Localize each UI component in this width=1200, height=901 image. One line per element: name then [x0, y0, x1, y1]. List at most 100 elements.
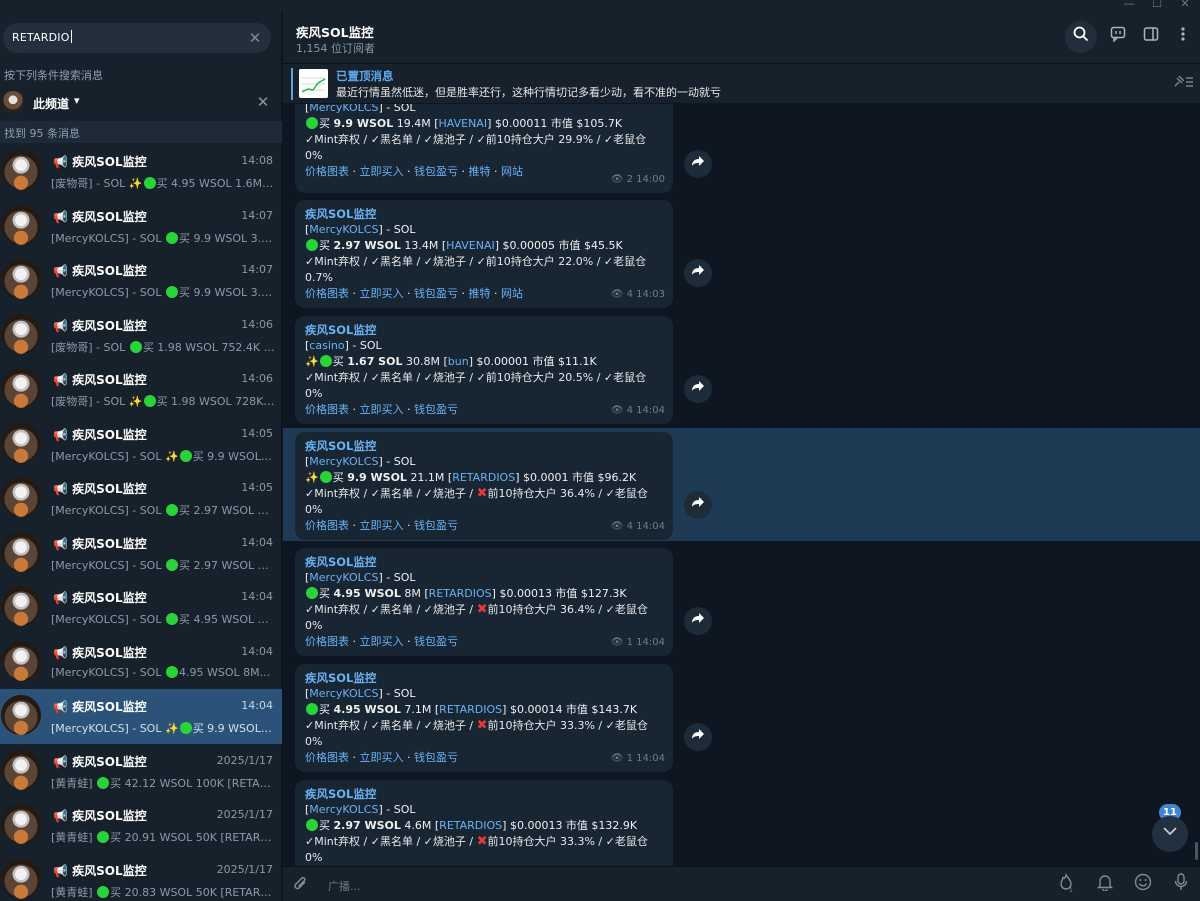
post-link[interactable]: 立即买入: [360, 519, 404, 532]
source-link[interactable]: MercyKOLCS: [309, 687, 378, 700]
search-result-item[interactable]: 📢 疾风SOL监控14:04[MercyKOLCS] - SOL ✨买 9.9 …: [0, 689, 282, 744]
search-result-item[interactable]: 📢 疾风SOL监控14:05[MercyKOLCS] - SOL ✨买 9.9 …: [0, 417, 282, 472]
post-link[interactable]: 推特: [469, 165, 491, 178]
post-link[interactable]: 钱包盈亏: [414, 635, 458, 648]
post-link[interactable]: 网站: [501, 165, 523, 178]
post-link[interactable]: 钱包盈亏: [414, 165, 458, 178]
emoji-icon[interactable]: [1132, 873, 1154, 895]
source-link[interactable]: MercyKOLCS: [309, 571, 378, 584]
post-link[interactable]: 推特: [469, 287, 491, 300]
scroll-to-bottom-button[interactable]: [1152, 816, 1188, 852]
bell-icon[interactable]: [1094, 873, 1116, 895]
search-result-item[interactable]: 📢 疾风SOL监控14:05[MercyKOLCS] - SOL 买 2.97 …: [0, 471, 282, 526]
trade-line: 买 4.95 WSOL 8M [RETARDIOS] $0.00013 市值 $…: [305, 586, 667, 602]
forward-icon[interactable]: [684, 723, 712, 751]
post-link[interactable]: 钱包盈亏: [414, 519, 458, 532]
pinned-message-bar[interactable]: 已置顶消息 最近行情虽然低迷，但是胜率还行，这种行情切记多看少动，看不准的一动就…: [283, 63, 1200, 103]
post-author[interactable]: 疾风SOL监控: [305, 206, 667, 222]
post-link[interactable]: 价格图表: [305, 165, 349, 178]
silent-broadcast-icon[interactable]: 1: [1056, 873, 1078, 895]
post-link[interactable]: 立即买入: [360, 403, 404, 416]
search-result-item[interactable]: 📢 疾风SOL监控14:04[MercyKOLCS] - SOL 买 4.95 …: [0, 580, 282, 635]
post-link[interactable]: 价格图表: [305, 287, 349, 300]
post-author[interactable]: 疾风SOL监控: [305, 786, 667, 802]
telegram-window: RETARDIO ✕ 按下列条件搜索消息 此频道 ▾ ✕ 找到 95 条消息 📢…: [0, 0, 1200, 901]
source-link[interactable]: casino: [309, 339, 344, 352]
composer-placeholder[interactable]: 广播...: [328, 878, 361, 894]
close-window-icon[interactable]: ✕: [1170, 0, 1200, 11]
channel-post[interactable]: 疾风SOL监控[casino] - SOL✨买 1.67 SOL 30.8M […: [295, 316, 673, 424]
post-link[interactable]: 立即买入: [360, 287, 404, 300]
token-link[interactable]: HAVENAI: [446, 239, 495, 252]
forward-icon[interactable]: [684, 150, 712, 178]
post-link[interactable]: 价格图表: [305, 519, 349, 532]
scrollbar-thumb[interactable]: [1195, 842, 1198, 860]
post-link[interactable]: 钱包盈亏: [414, 751, 458, 764]
token-link[interactable]: RETARDIOS: [439, 819, 502, 832]
post-author[interactable]: 疾风SOL监控: [305, 670, 667, 686]
unpin-icon[interactable]: [1172, 75, 1194, 92]
channel-post[interactable]: 疾风SOL监控[MercyKOLCS] - SOL买 4.95 WSOL 7.1…: [295, 664, 673, 772]
chat-header[interactable]: 疾风SOL监控 1,154 位订阅者: [283, 12, 1200, 63]
post-author[interactable]: 疾风SOL监控: [305, 554, 667, 570]
close-filter-icon[interactable]: ✕: [254, 92, 272, 112]
forward-icon[interactable]: [684, 259, 712, 287]
search-result-item[interactable]: 📢 疾风SOL监控2025/1/17[黄青蛙] 买 20.83 WSOL 50K…: [0, 853, 282, 901]
search-input[interactable]: RETARDIO ✕: [3, 23, 271, 53]
clear-search-icon[interactable]: ✕: [245, 28, 265, 48]
message-composer[interactable]: 广播... 1: [283, 866, 1200, 901]
source-link[interactable]: MercyKOLCS: [309, 455, 378, 468]
chevron-down-icon[interactable]: ▾: [74, 94, 80, 107]
search-result-item[interactable]: 📢 疾风SOL监控14:08[废物哥] - SOL ✨买 4.95 WSOL 1…: [0, 144, 282, 199]
post-author[interactable]: 疾风SOL监控: [305, 438, 667, 454]
post-link[interactable]: 钱包盈亏: [414, 403, 458, 416]
search-result-item[interactable]: 📢 疾风SOL监控2025/1/17[黄青蛙] 买 42.12 WSOL 100…: [0, 744, 282, 799]
forward-icon[interactable]: [684, 491, 712, 519]
channel-post[interactable]: 疾风SOL监控[MercyKOLCS] - SOL买 4.95 WSOL 8M …: [295, 548, 673, 656]
message-feed[interactable]: [MercyKOLCS] - SOL买 9.9 WSOL 19.4M [HAVE…: [283, 104, 1200, 866]
token-link[interactable]: RETARDIOS: [429, 587, 492, 600]
channel-title[interactable]: 疾风SOL监控: [296, 22, 374, 41]
search-icon[interactable]: [1065, 21, 1097, 53]
search-result-item[interactable]: 📢 疾风SOL监控14:06[废物哥] - SOL 买 1.98 WSOL 75…: [0, 308, 282, 363]
post-link[interactable]: 价格图表: [305, 751, 349, 764]
search-result-item[interactable]: 📢 疾风SOL监控14:06[废物哥] - SOL ✨买 1.98 WSOL 7…: [0, 362, 282, 417]
post-link[interactable]: 价格图表: [305, 403, 349, 416]
sidebar-toggle-icon[interactable]: [1135, 21, 1167, 53]
more-options-icon[interactable]: [1167, 21, 1199, 53]
channel-avatar: [1, 423, 41, 463]
post-link[interactable]: 网站: [501, 287, 523, 300]
source-link[interactable]: MercyKOLCS: [309, 104, 378, 114]
channel-post[interactable]: 疾风SOL监控[MercyKOLCS] - SOL买 2.97 WSOL 4.6…: [295, 780, 673, 866]
post-link[interactable]: 立即买入: [360, 635, 404, 648]
comments-icon[interactable]: [1102, 21, 1134, 53]
search-result-item[interactable]: 📢 疾风SOL监控14:07[MercyKOLCS] - SOL 买 9.9 W…: [0, 253, 282, 308]
maximize-icon[interactable]: ☐: [1142, 0, 1172, 11]
token-link[interactable]: bun: [448, 355, 469, 368]
source-link[interactable]: MercyKOLCS: [309, 803, 378, 816]
checks-text: ✓Mint弃权 / ✓黑名单 / ✓烧池子 /: [305, 487, 477, 500]
search-result-item[interactable]: 📢 疾风SOL监控14:04[MercyKOLCS] - SOL 买 2.97 …: [0, 526, 282, 581]
attach-icon[interactable]: [293, 875, 309, 897]
token-link[interactable]: RETARDIOS: [439, 703, 502, 716]
forward-icon[interactable]: [684, 375, 712, 403]
post-link[interactable]: 立即买入: [360, 165, 404, 178]
source-link[interactable]: MercyKOLCS: [309, 223, 378, 236]
post-link[interactable]: 价格图表: [305, 635, 349, 648]
preview-text: 买 9.9 WSOL 2...: [193, 722, 275, 735]
channel-post[interactable]: 疾风SOL监控[MercyKOLCS] - SOL买 2.97 WSOL 13.…: [295, 200, 673, 308]
minimize-icon[interactable]: —: [1114, 0, 1144, 11]
post-author[interactable]: 疾风SOL监控: [305, 322, 667, 338]
channel-post[interactable]: 疾风SOL监控[MercyKOLCS] - SOL✨买 9.9 WSOL 21.…: [295, 432, 673, 540]
token-link[interactable]: RETARDIOS: [452, 471, 515, 484]
search-result-item[interactable]: 📢 疾风SOL监控14:04[MercyKOLCS] - SOL 4.95 WS…: [0, 635, 282, 690]
post-link[interactable]: 钱包盈亏: [414, 287, 458, 300]
search-result-item[interactable]: 📢 疾风SOL监控14:07[MercyKOLCS] - SOL 买 9.9 W…: [0, 199, 282, 254]
post-link[interactable]: 立即买入: [360, 751, 404, 764]
forward-icon[interactable]: [684, 607, 712, 635]
search-scope-filter[interactable]: 此频道 ▾ ✕: [0, 88, 282, 119]
microphone-icon[interactable]: [1170, 873, 1192, 895]
channel-post[interactable]: [MercyKOLCS] - SOL买 9.9 WSOL 19.4M [HAVE…: [295, 104, 673, 193]
search-result-item[interactable]: 📢 疾风SOL监控2025/1/17[黄青蛙] 买 20.91 WSOL 50K…: [0, 798, 282, 853]
token-link[interactable]: HAVENAI: [439, 117, 488, 130]
